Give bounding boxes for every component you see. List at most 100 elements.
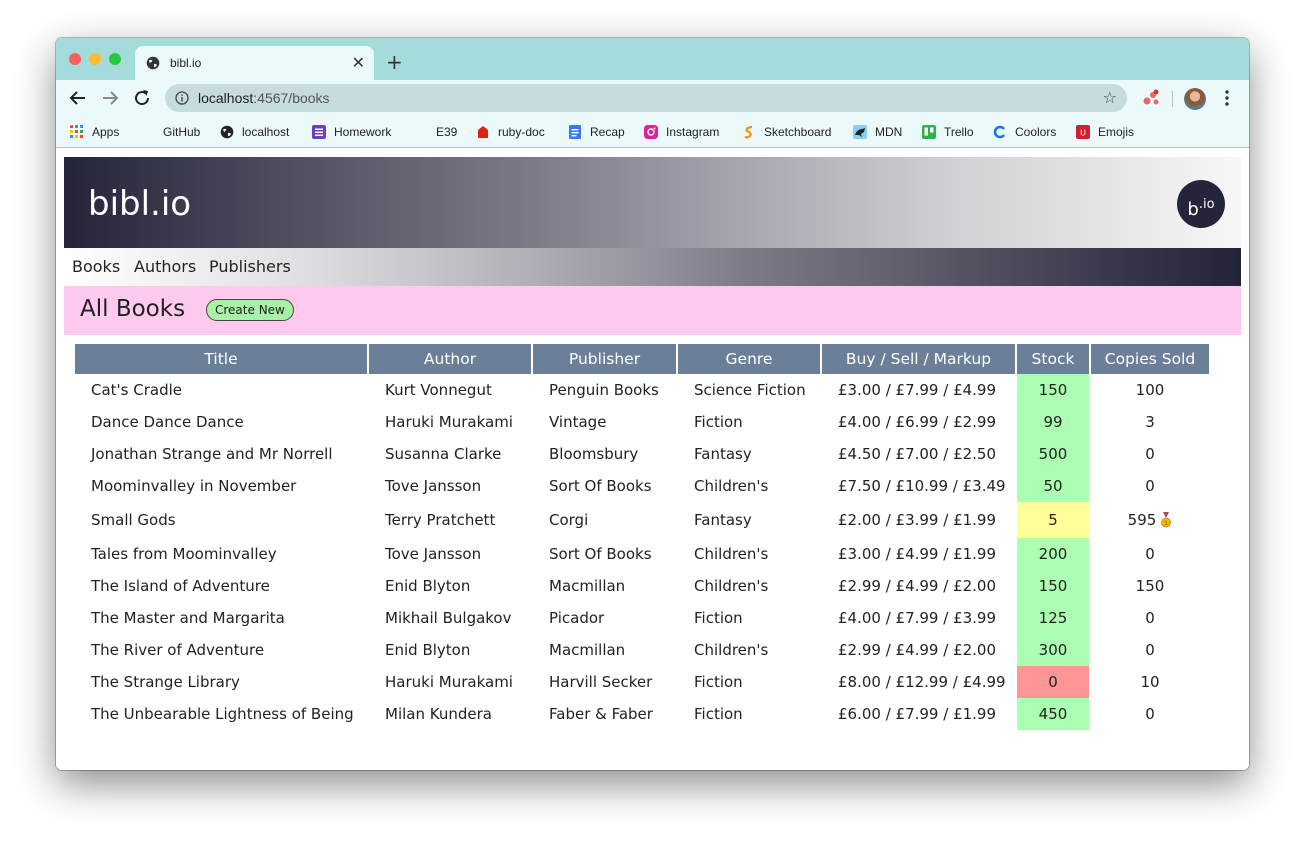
bookmark-recap[interactable]: Recap <box>568 124 625 140</box>
bookmark-apps[interactable]: Apps <box>70 124 119 140</box>
cell-title[interactable]: Small Gods <box>75 502 367 538</box>
cell-title-text: The River of Adventure <box>91 641 265 659</box>
cell-copies-sold: 595 1 <box>1091 502 1209 538</box>
bookmark-label: Homework <box>334 125 392 139</box>
cell-genre-text: Fiction <box>694 673 743 691</box>
cell-title-text: The Strange Library <box>91 673 240 691</box>
new-tab-icon[interactable]: + <box>386 50 403 74</box>
cell-author-text: Enid Blyton <box>385 577 471 595</box>
table-row[interactable]: The Master and Margarita Mikhail Bulgakov… <box>75 602 1209 634</box>
bookmark-coolors[interactable]: Coolors <box>993 124 1056 140</box>
cell-publisher-text: Sort Of Books <box>549 477 652 495</box>
table-row[interactable]: The River of Adventure Enid Blyton Macmill… <box>75 634 1209 666</box>
cell-author-text: Milan Kundera <box>385 705 492 723</box>
cell-prices: £3.00 / £4.99 / £1.99 <box>822 538 1015 570</box>
column-header-publisher: Publisher <box>533 344 676 374</box>
extension-icon[interactable] <box>1141 88 1161 108</box>
logo-main: b <box>1187 199 1199 220</box>
cell-publisher: Penguin Books <box>533 374 676 406</box>
nav-books[interactable]: Books <box>72 257 120 276</box>
close-window-button[interactable] <box>69 53 81 65</box>
forward-icon[interactable] <box>98 86 122 110</box>
cell-stock-text: 450 <box>1038 705 1068 723</box>
cell-title[interactable]: Moominvalley in November <box>75 470 367 502</box>
bookmark-trello[interactable]: Trello <box>922 124 974 140</box>
page-title: All Books <box>80 296 186 322</box>
table-row[interactable]: The Island of Adventure Enid Blyton Macmil… <box>75 570 1209 602</box>
cell-prices-text: £4.00 / £6.99 / £2.99 <box>838 413 997 431</box>
bookmark-github[interactable]: GitHub <box>141 124 200 140</box>
table-row[interactable]: The Strange Library Haruki Murakami Harvil… <box>75 666 1209 698</box>
github-icon <box>141 125 155 139</box>
cell-title[interactable]: Cat's Cradle <box>75 374 367 406</box>
cell-genre: Fiction <box>678 698 820 730</box>
cell-stock: 0 <box>1017 666 1089 698</box>
mdn-icon <box>853 125 867 139</box>
cell-stock-text: 150 <box>1038 577 1068 595</box>
bookmark-instagram[interactable]: Instagram <box>644 124 719 140</box>
cell-publisher-text: Corgi <box>549 511 589 529</box>
cell-publisher: Macmillan <box>533 634 676 666</box>
cell-title[interactable]: The River of Adventure <box>75 634 367 666</box>
minimize-window-button[interactable] <box>89 53 101 65</box>
site-logo[interactable]: b.io <box>1177 180 1225 228</box>
cell-copies-sold-text: 0 <box>1145 545 1155 563</box>
table-body: Cat's Cradle Kurt Vonnegut Penguin Books Sc… <box>75 374 1209 730</box>
cell-author-text: Tove Jansson <box>385 477 482 495</box>
table-row[interactable]: Cat's Cradle Kurt Vonnegut Penguin Books Sc… <box>75 374 1209 406</box>
browser-tab[interactable]: bibl.io ✕ <box>135 46 374 80</box>
table-row[interactable]: Dance Dance Dance Haruki Murakami Vintage F… <box>75 406 1209 438</box>
bookmark-sketchboard[interactable]: Sketchboard <box>742 124 831 140</box>
cell-stock-text: 300 <box>1038 641 1068 659</box>
close-tab-icon[interactable]: ✕ <box>352 53 365 72</box>
cell-copies-sold-text: 0 <box>1145 477 1155 495</box>
bookmark-localhost[interactable]: localhost <box>220 124 289 140</box>
bookmark-e39[interactable]: E39 <box>414 124 457 140</box>
table-row[interactable]: Small Gods Terry Pratchett Corgi Fantasy £2.… <box>75 502 1209 538</box>
bookmark-homework[interactable]: Homework <box>312 124 391 140</box>
column-header-genre: Genre <box>678 344 820 374</box>
cell-stock-text: 5 <box>1048 511 1058 529</box>
cell-title[interactable]: The Unbearable Lightness of Being <box>75 698 367 730</box>
nav-publishers[interactable]: Publishers <box>209 257 291 276</box>
cell-prices-text: £2.00 / £3.99 / £1.99 <box>838 511 997 529</box>
cell-copies-sold-text: 3 <box>1145 413 1155 431</box>
back-icon[interactable] <box>66 86 90 110</box>
cell-title-text: The Island of Adventure <box>91 577 270 595</box>
table-row[interactable]: The Unbearable Lightness of Being Milan K… <box>75 698 1209 730</box>
cell-copies-sold-text: 100 <box>1135 381 1165 399</box>
menu-dots-icon[interactable] <box>1221 88 1233 108</box>
table-row[interactable]: Moominvalley in November Tove Jansson Sort… <box>75 470 1209 502</box>
cell-title[interactable]: The Island of Adventure <box>75 570 367 602</box>
cell-title[interactable]: Jonathan Strange and Mr Norrell <box>75 438 367 470</box>
bookmark-mdn[interactable]: MDN <box>853 124 902 140</box>
maximize-window-button[interactable] <box>109 53 121 65</box>
cell-author-text: Mikhail Bulgakov <box>385 609 512 627</box>
table-row[interactable]: Tales from Moominvalley Tove Jansson Sort … <box>75 538 1209 570</box>
table-row[interactable]: Jonathan Strange and Mr Norrell Susanna C… <box>75 438 1209 470</box>
cell-prices-text: £6.00 / £7.99 / £1.99 <box>838 705 997 723</box>
info-icon[interactable] <box>175 91 189 105</box>
site-title[interactable]: bibl.io <box>88 184 191 224</box>
cell-publisher: Corgi <box>533 502 676 538</box>
cell-title[interactable]: Tales from Moominvalley <box>75 538 367 570</box>
cell-prices: £3.00 / £7.99 / £4.99 <box>822 374 1015 406</box>
logo-sup: .io <box>1198 197 1215 212</box>
bookmark-ruby-doc[interactable]: ruby-doc <box>476 124 545 140</box>
reload-icon[interactable] <box>130 86 154 110</box>
cell-title[interactable]: Dance Dance Dance <box>75 406 367 438</box>
column-header-prices: Buy / Sell / Markup <box>822 344 1015 374</box>
cell-publisher-text: Sort Of Books <box>549 545 652 563</box>
nav-authors[interactable]: Authors <box>134 257 196 276</box>
cell-publisher: Picador <box>533 602 676 634</box>
cell-genre-text: Fantasy <box>694 511 752 529</box>
bookmark-star-icon[interactable]: ☆ <box>1103 88 1117 107</box>
cell-prices: £8.00 / £12.99 / £4.99 <box>822 666 1015 698</box>
cell-title[interactable]: The Strange Library <box>75 666 367 698</box>
toolbar-separator <box>1172 91 1173 107</box>
bookmark-emojis[interactable]: U Emojis <box>1076 124 1134 140</box>
create-new-button[interactable]: Create New <box>206 299 294 321</box>
address-bar[interactable]: localhost:4567/books ☆ <box>165 84 1127 112</box>
profile-avatar[interactable] <box>1184 88 1206 110</box>
cell-title[interactable]: The Master and Margarita <box>75 602 367 634</box>
